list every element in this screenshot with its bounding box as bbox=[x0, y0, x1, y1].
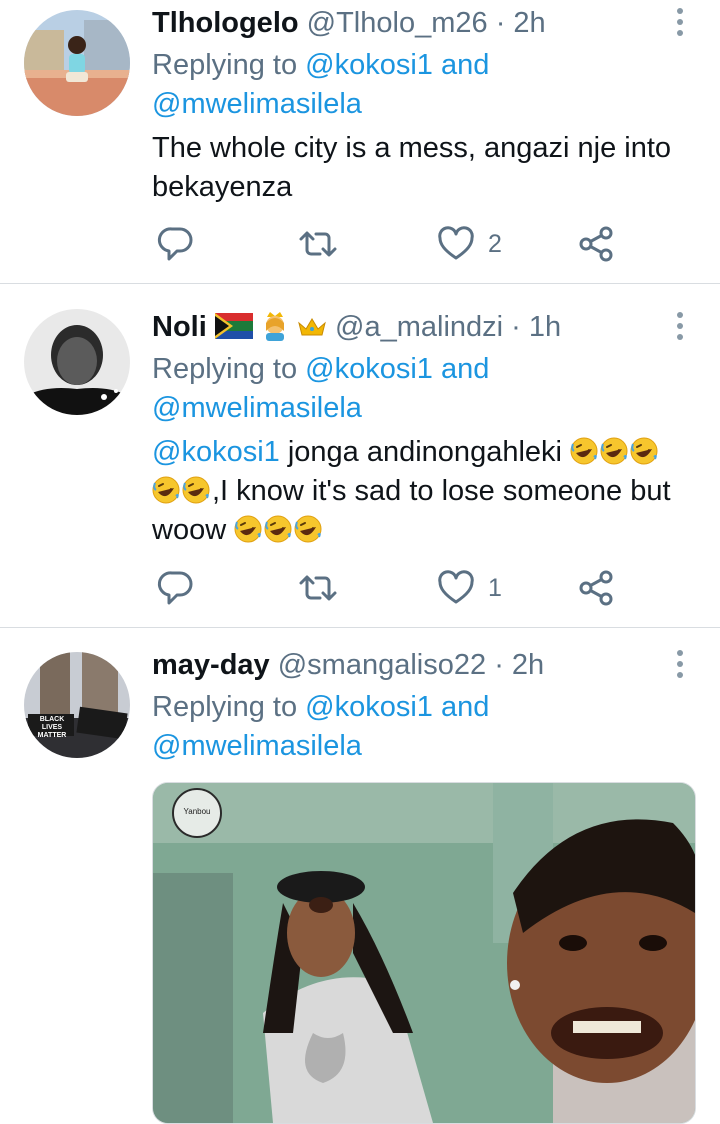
mention-link[interactable]: @mwelimasilela bbox=[152, 88, 362, 120]
separator-dot: · bbox=[494, 649, 504, 681]
retweet-icon bbox=[299, 575, 337, 601]
tweet-text-line: The whole city is a mess, angazi nje int… bbox=[152, 132, 672, 164]
mention-link[interactable]: @kokosi1 bbox=[152, 436, 280, 468]
tweet-text-part: jonga andinongahleki bbox=[279, 436, 571, 468]
replying-to: Replying to @kokosi1 and @mwelimasilela bbox=[152, 350, 489, 428]
like-icon bbox=[438, 570, 474, 604]
rofl-emoji-icon bbox=[294, 515, 323, 543]
and-text: and bbox=[432, 49, 490, 81]
display-name[interactable]: Noli bbox=[152, 311, 207, 343]
rofl-emoji-icon bbox=[234, 515, 263, 543]
tweet-text-line: bekayenza bbox=[152, 171, 293, 203]
like-count: 1 bbox=[488, 573, 502, 602]
like-button[interactable]: 2 bbox=[438, 224, 502, 264]
display-name[interactable]: may-day bbox=[152, 649, 270, 681]
tweet-header: may-day @smangaliso22 · 2h bbox=[152, 648, 544, 682]
share-button[interactable] bbox=[578, 224, 614, 264]
user-handle[interactable]: @Tlholo_m26 bbox=[307, 7, 488, 39]
tweet-header: Tlhologelo @Tlholo_m26 · 2h bbox=[152, 6, 546, 40]
south-africa-flag-icon bbox=[214, 313, 253, 339]
mention-link[interactable]: @kokosi1 bbox=[305, 353, 433, 385]
replying-prefix: Replying to bbox=[152, 49, 306, 81]
mention-link[interactable]: @kokosi1 bbox=[305, 49, 433, 81]
like-button[interactable]: 1 bbox=[438, 568, 502, 608]
media-logo-text: Yanbou bbox=[183, 807, 211, 816]
avatar[interactable] bbox=[24, 309, 130, 415]
media-photo bbox=[153, 783, 695, 1123]
retweet-button[interactable] bbox=[298, 568, 338, 608]
tweet-divider bbox=[0, 627, 720, 628]
crown-emoji-icon bbox=[298, 318, 326, 336]
tweet-text-part: ,I know it's sad to lose someone but bbox=[212, 475, 671, 507]
mention-link[interactable]: @kokosi1 bbox=[305, 691, 433, 723]
retweet-button[interactable] bbox=[298, 224, 338, 264]
timestamp[interactable]: 1h bbox=[529, 311, 561, 343]
action-bar: 2 bbox=[152, 224, 692, 264]
separator-dot: · bbox=[511, 311, 521, 343]
and-text: and bbox=[432, 691, 490, 723]
share-button[interactable] bbox=[578, 568, 614, 608]
tweet-header: Noli @a_malindzi · 1h bbox=[152, 310, 561, 344]
tweet-text: @kokosi1 jonga andinongahleki ,I know it… bbox=[152, 433, 700, 550]
and-text: and bbox=[432, 353, 490, 385]
user-handle[interactable]: @smangaliso22 bbox=[278, 649, 486, 681]
media-image[interactable]: Yanbou bbox=[152, 782, 696, 1124]
like-icon bbox=[438, 226, 474, 260]
rofl-emoji-icon bbox=[600, 437, 629, 465]
rofl-emoji-icon bbox=[182, 476, 210, 504]
rofl-emoji-icon bbox=[570, 437, 599, 465]
avatar-sign-text: BLACK LIVES MATTER bbox=[37, 716, 67, 739]
share-icon bbox=[579, 570, 613, 606]
reply-icon bbox=[157, 227, 193, 261]
mention-link[interactable]: @mwelimasilela bbox=[152, 392, 362, 424]
tweet-text-part: woow bbox=[152, 514, 235, 546]
display-name[interactable]: Tlhologelo bbox=[152, 7, 299, 39]
mention-link[interactable]: @mwelimasilela bbox=[152, 730, 362, 762]
rofl-emoji-icon bbox=[264, 515, 293, 543]
reply-button[interactable] bbox=[156, 224, 194, 264]
rofl-emoji-icon bbox=[630, 437, 659, 465]
tweet-divider bbox=[0, 283, 720, 284]
replying-prefix: Replying to bbox=[152, 353, 306, 385]
avatar[interactable]: BLACK LIVES MATTER bbox=[24, 652, 130, 758]
action-bar: 1 bbox=[152, 568, 692, 608]
more-icon[interactable] bbox=[668, 310, 692, 342]
more-icon[interactable] bbox=[668, 6, 692, 38]
rofl-emoji-icon bbox=[152, 476, 180, 504]
timestamp[interactable]: 2h bbox=[513, 7, 545, 39]
avatar[interactable] bbox=[24, 10, 130, 116]
user-handle[interactable]: @a_malindzi bbox=[335, 311, 503, 343]
reply-icon bbox=[157, 571, 193, 605]
replying-to: Replying to @kokosi1 and @mwelimasilela bbox=[152, 46, 489, 124]
princess-emoji-icon bbox=[265, 312, 284, 341]
replying-prefix: Replying to bbox=[152, 691, 306, 723]
timestamp[interactable]: 2h bbox=[512, 649, 544, 681]
more-icon[interactable] bbox=[668, 648, 692, 680]
retweet-icon bbox=[299, 231, 337, 257]
separator-dot: · bbox=[495, 7, 506, 39]
reply-button[interactable] bbox=[156, 568, 194, 608]
like-count: 2 bbox=[488, 229, 502, 258]
replying-to: Replying to @kokosi1 and @mwelimasilela bbox=[152, 688, 489, 766]
tweet-text: The whole city is a mess, angazi nje int… bbox=[152, 129, 700, 207]
share-icon bbox=[579, 226, 613, 262]
